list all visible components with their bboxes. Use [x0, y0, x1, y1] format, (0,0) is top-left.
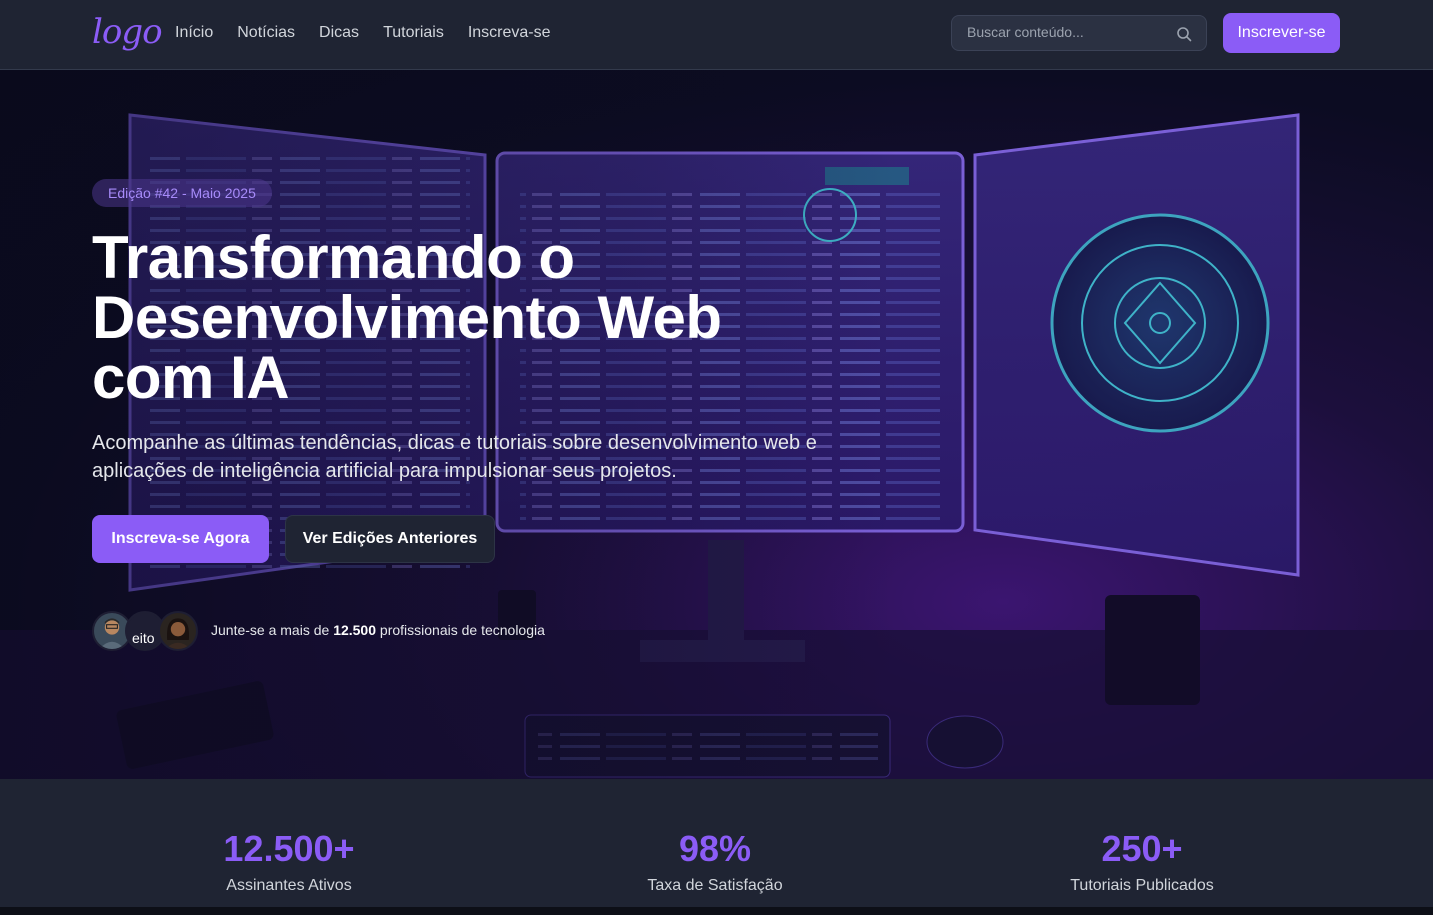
past-editions-button[interactable]: Ver Edições Anteriores [285, 515, 495, 563]
nav-link-dicas[interactable]: Dicas [319, 24, 359, 42]
nav-link-inicio[interactable]: Início [175, 24, 213, 42]
social-prefix: Junte-se a mais de [211, 622, 330, 638]
edition-badge: Edição #42 - Maio 2025 [92, 179, 272, 207]
bottom-bar [0, 907, 1433, 915]
avatar-woman-icon [165, 618, 191, 649]
stat-subscribers: 12.500+ Assinantes Ativos [139, 779, 439, 895]
avatar [158, 611, 198, 651]
hero-title: Transformando o Desenvolvimento Web com … [92, 224, 722, 411]
subscribe-now-button[interactable]: Inscreva-se Agora [92, 515, 269, 563]
social-count: 12.500 [333, 622, 377, 638]
stat-value: 250+ [1101, 828, 1183, 869]
search-input[interactable] [967, 24, 1167, 40]
nav-link-inscreva-se[interactable]: Inscreva-se [468, 24, 551, 42]
social-suffix: profissionais de tecnologia [379, 622, 545, 638]
hero-section: Edição #42 - Maio 2025 Transformando o D… [0, 70, 1433, 779]
subscriber-avatars: eito [92, 611, 202, 651]
nav-link-tutoriais[interactable]: Tutoriais [383, 24, 444, 42]
stat-label: Assinantes Ativos [226, 877, 352, 894]
nav-link-noticias[interactable]: Notícias [237, 24, 295, 42]
stat-satisfaction: 98% Taxa de Satisfação [565, 779, 865, 895]
avatar-broken-alt: eito [132, 630, 155, 646]
nav-links: Início Notícias Dicas Tutoriais Inscreva… [175, 24, 551, 42]
stat-label: Taxa de Satisfação [647, 877, 783, 894]
logo[interactable]: logo [92, 12, 163, 52]
hero-overlay [0, 70, 900, 779]
stat-tutorials: 250+ Tutoriais Publicados [992, 779, 1292, 895]
stats-section: 12.500+ Assinantes Ativos 98% Taxa de Sa… [0, 779, 1433, 907]
top-navbar: logo Início Notícias Dicas Tutoriais Ins… [0, 0, 1433, 70]
stat-value: 12.500+ [223, 828, 355, 869]
social-proof-text: Junte-se a mais de 12.500 profissionais … [211, 622, 545, 638]
search-box [951, 15, 1207, 51]
subscribe-nav-button[interactable]: Inscrever-se [1223, 13, 1340, 53]
search-icon[interactable] [1176, 26, 1192, 42]
stat-value: 98% [678, 828, 752, 869]
stat-label: Tutoriais Publicados [1070, 877, 1214, 894]
hero-subtitle: Acompanhe as últimas tendências, dicas e… [92, 432, 817, 482]
